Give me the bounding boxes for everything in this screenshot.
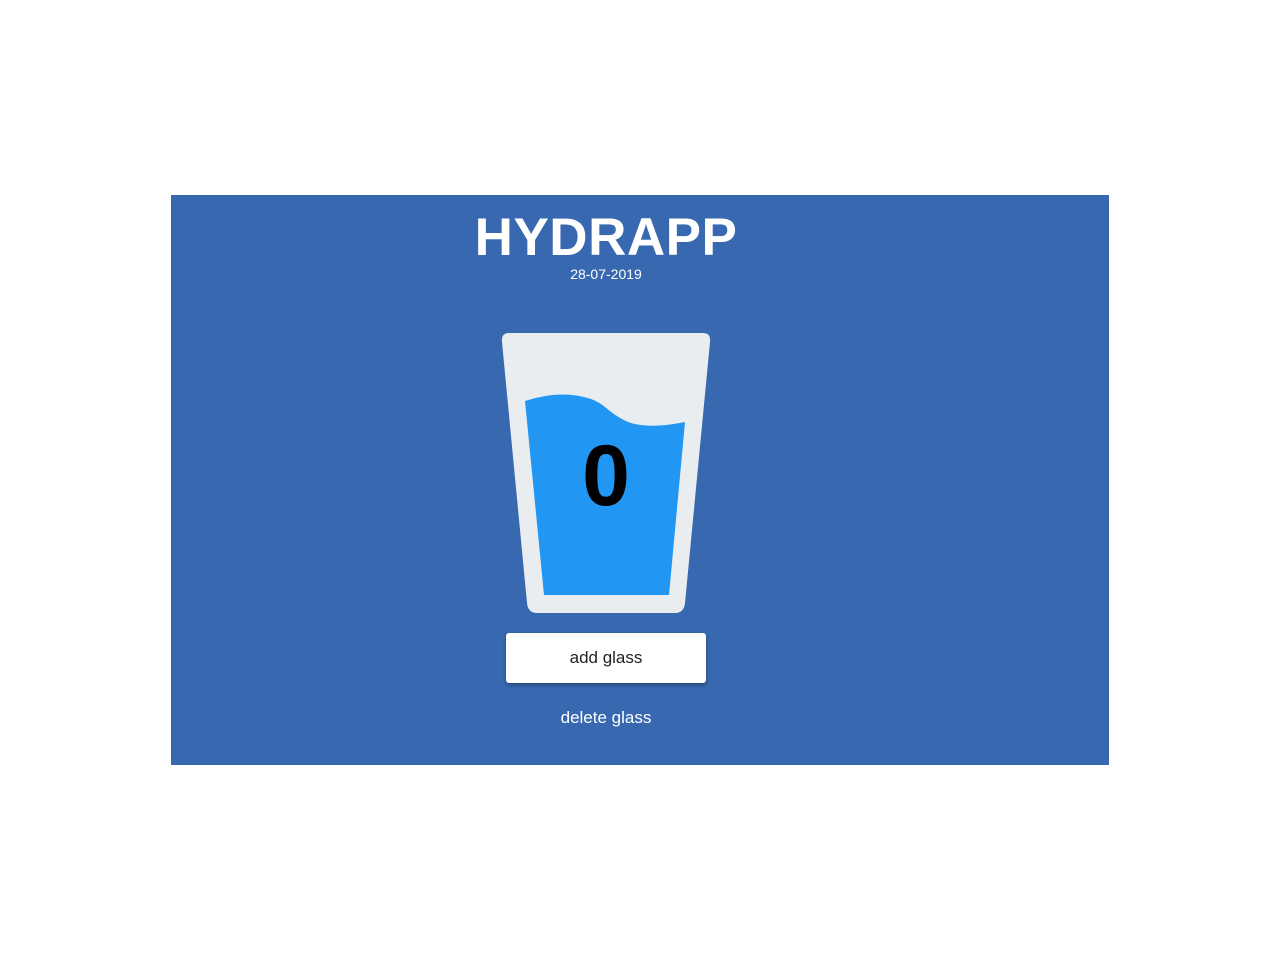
date-label: 28-07-2019 [570, 266, 642, 282]
add-glass-button[interactable]: add glass [506, 633, 706, 683]
glass-container: 0 [501, 333, 711, 613]
delete-glass-link[interactable]: delete glass [506, 707, 706, 729]
glass-count: 0 [582, 428, 630, 524]
app-panel: HYDRAPP 28-07-2019 0 add glass delete gl… [171, 195, 1109, 765]
app-title: HYDRAPP [474, 208, 738, 267]
